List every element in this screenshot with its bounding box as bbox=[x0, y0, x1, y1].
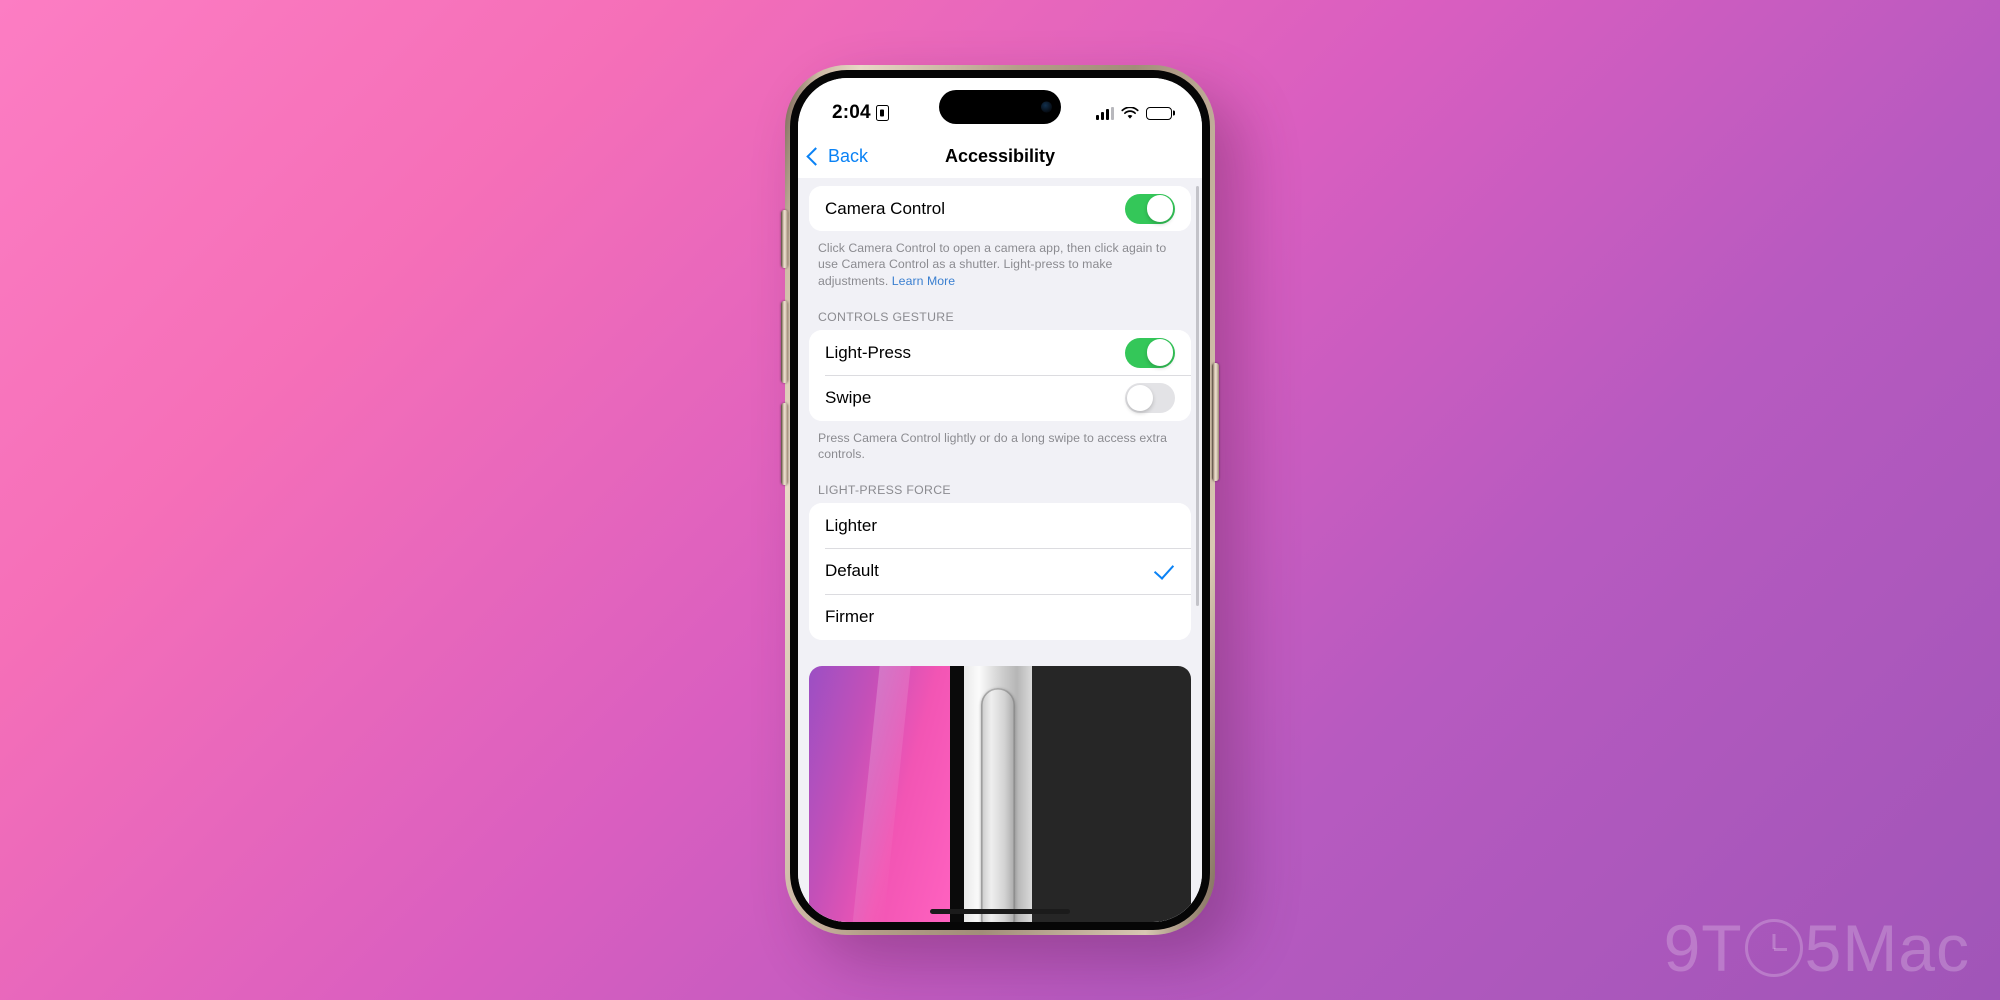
camera-control-group: Camera Control bbox=[809, 186, 1191, 231]
illustration-phone-back bbox=[1032, 665, 1191, 922]
cellular-signal-icon bbox=[1096, 106, 1114, 120]
screen-recording-icon bbox=[875, 105, 889, 121]
camera-control-toggle[interactable] bbox=[1125, 193, 1175, 224]
option-default[interactable]: Default bbox=[809, 548, 1191, 594]
row-camera-control[interactable]: Camera Control bbox=[809, 186, 1191, 231]
settings-content: Camera Control Click Camera Control to o… bbox=[798, 178, 1202, 922]
status-bar-left: 2:04 bbox=[832, 102, 889, 124]
toggle-knob bbox=[1146, 339, 1174, 366]
option-default-label: Default bbox=[825, 561, 879, 581]
back-button-label: Back bbox=[828, 145, 869, 166]
illustration-bezel bbox=[950, 665, 964, 922]
swipe-toggle[interactable] bbox=[1125, 383, 1175, 414]
controls-gesture-footnote: Press Camera Control lightly or do a lon… bbox=[818, 430, 1167, 461]
option-firmer[interactable]: Firmer bbox=[809, 594, 1191, 640]
light-press-force-header: LIGHT-PRESS FORCE bbox=[818, 483, 951, 498]
swipe-label: Swipe bbox=[825, 388, 872, 408]
vertical-scrollbar[interactable] bbox=[1196, 186, 1199, 606]
light-press-toggle[interactable] bbox=[1125, 337, 1175, 368]
option-firmer-label: Firmer bbox=[825, 607, 875, 626]
option-lighter[interactable]: Lighter bbox=[809, 503, 1191, 549]
row-light-press[interactable]: Light-Press bbox=[809, 330, 1191, 376]
dynamic-island bbox=[939, 90, 1061, 124]
wifi-icon bbox=[1121, 106, 1139, 119]
navigation-bar: Back Accessibility bbox=[798, 134, 1202, 178]
camera-control-footnote-text: Click Camera Control to open a camera ap… bbox=[818, 241, 1167, 288]
camera-control-footnote: Click Camera Control to open a camera ap… bbox=[798, 231, 1202, 289]
watermark-text-part2: 5Mac bbox=[1804, 911, 1970, 985]
home-indicator[interactable] bbox=[930, 909, 1070, 914]
watermark-text-part1: 9T bbox=[1663, 911, 1743, 985]
status-bar-right bbox=[1096, 106, 1172, 120]
iphone-device: 2:04 Back Accessibility Camera Control C… bbox=[781, 65, 1219, 935]
page-title: Accessibility bbox=[944, 145, 1056, 166]
camera-control-button-illustration bbox=[809, 665, 1191, 922]
controls-gesture-group: Light-Press Swipe bbox=[809, 330, 1191, 421]
action-button[interactable] bbox=[781, 210, 788, 268]
checkmark-icon bbox=[1153, 559, 1175, 580]
publisher-watermark: 9T 5Mac bbox=[1664, 910, 1970, 986]
controls-gesture-header: CONTROLS GESTURE bbox=[818, 310, 954, 325]
illustration-phone-screen bbox=[809, 665, 951, 922]
device-screen: 2:04 Back Accessibility Camera Control C… bbox=[798, 78, 1202, 922]
front-camera-icon bbox=[1041, 101, 1052, 113]
toggle-knob bbox=[1146, 195, 1174, 222]
light-press-label: Light-Press bbox=[825, 342, 911, 362]
volume-up-button[interactable] bbox=[781, 301, 788, 383]
volume-down-button[interactable] bbox=[781, 403, 788, 485]
status-bar-time: 2:04 bbox=[832, 102, 871, 123]
chevron-left-icon bbox=[806, 146, 825, 166]
row-swipe[interactable]: Swipe bbox=[809, 375, 1191, 421]
camera-control-label: Camera Control bbox=[825, 198, 945, 218]
toggle-knob bbox=[1126, 384, 1154, 412]
battery-icon bbox=[1146, 106, 1172, 120]
back-button[interactable]: Back bbox=[806, 145, 869, 167]
learn-more-link[interactable]: Learn More bbox=[892, 274, 955, 288]
camera-control-button[interactable] bbox=[1212, 363, 1219, 481]
illustration-side-rail bbox=[963, 665, 1033, 922]
option-lighter-label: Lighter bbox=[825, 515, 877, 535]
illustration-camera-control-button bbox=[981, 687, 1016, 922]
light-press-force-group: Lighter Default Firmer bbox=[809, 503, 1191, 640]
clock-icon bbox=[1744, 919, 1803, 977]
